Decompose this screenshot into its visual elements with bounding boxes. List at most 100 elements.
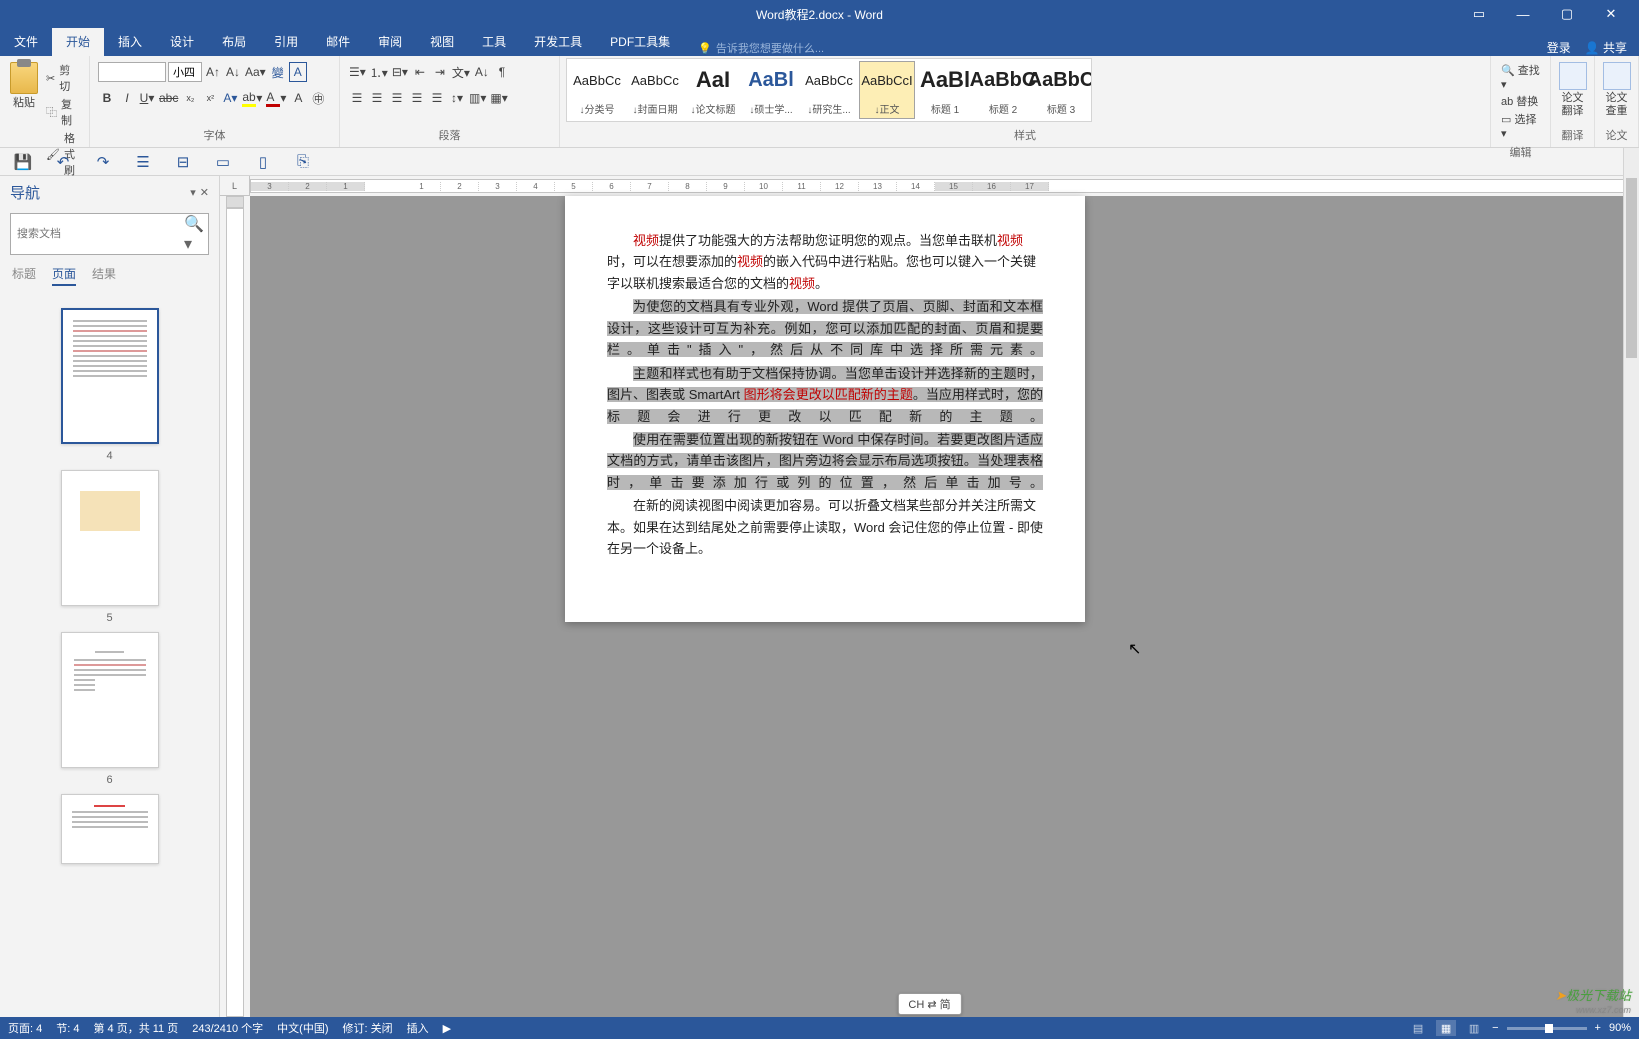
zoom-level[interactable]: 90% [1609,1022,1631,1034]
tab-mailings[interactable]: 邮件 [312,27,364,56]
tab-references[interactable]: 引用 [260,27,312,56]
paragraph-4[interactable]: 使用在需要位置出现的新按钮在 Word 中保存时间。若要更改图片适应文档的方式，… [607,429,1043,493]
text-effects-button[interactable]: A▾ [221,88,239,108]
status-insert-mode[interactable]: 插入 [407,1020,429,1036]
tab-pdf[interactable]: PDF工具集 [596,27,684,56]
subscript-button[interactable]: x₂ [181,88,199,108]
align-justify-button[interactable]: ☰ [408,88,426,108]
highlight-button[interactable]: ab▾ [241,88,263,108]
nav-tab-results[interactable]: 结果 [92,265,116,286]
qat-btn-8[interactable]: ⎘ [294,153,312,171]
font-color-button[interactable]: A▾ [265,88,287,108]
find-button[interactable]: 🔍 查找 ▾ [1501,62,1540,91]
italic-button[interactable]: I [118,88,136,108]
font-size-select[interactable] [168,62,202,82]
translate-icon[interactable] [1559,62,1587,90]
style-item[interactable]: AaBbC标题 2 [975,61,1031,119]
zoom-in-button[interactable]: + [1595,1022,1601,1034]
multilevel-button[interactable]: ⊟▾ [391,62,409,82]
status-section[interactable]: 节: 4 [56,1020,79,1036]
minimize-button[interactable]: ― [1503,0,1543,28]
indent-button[interactable]: ⇥ [431,62,449,82]
ime-toggle[interactable]: CH ⇄ 简 [897,993,961,1015]
select-button[interactable]: ▭ 选择 ▾ [1501,111,1540,140]
bullets-button[interactable]: ☰▾ [348,62,367,82]
tab-file[interactable]: 文件 [0,27,52,56]
shrink-font-button[interactable]: A↓ [224,62,242,82]
thumbnail-page-5[interactable] [61,470,159,606]
char-shading-button[interactable]: A [289,88,307,108]
align-left-button[interactable]: ☰ [348,88,366,108]
paragraph-1[interactable]: 视频提供了功能强大的方法帮助您证明您的观点。当您单击联机视频时，可以在想要添加的… [607,230,1043,294]
paragraph-2[interactable]: 为使您的文档具有专业外观，Word 提供了页眉、页脚、封面和文本框设计，这些设计… [607,296,1043,360]
shading-button[interactable]: ▥▾ [468,88,487,108]
show-marks-button[interactable]: ¶ [493,62,511,82]
style-item[interactable]: AaBbCcI↓正文 [859,61,915,119]
superscript-button[interactable]: x² [201,88,219,108]
document-page[interactable]: 视频提供了功能强大的方法帮助您证明您的观点。当您单击联机视频时，可以在想要添加的… [565,196,1085,622]
undo-button[interactable]: ↶ [54,153,72,171]
tab-tools[interactable]: 工具 [468,27,520,56]
asian-layout-button[interactable]: 文▾ [451,62,471,82]
close-button[interactable]: ✕ [1591,0,1631,28]
qat-btn-5[interactable]: ⊟ [174,153,192,171]
font-family-select[interactable] [98,62,166,82]
borders-button[interactable]: ▦▾ [489,88,508,108]
maximize-button[interactable]: ▢ [1547,0,1587,28]
style-item[interactable]: AaBbC标题 3 [1033,61,1089,119]
underline-button[interactable]: U▾ [138,88,156,108]
styles-gallery[interactable]: AaBbCc↓分类号AaBbCc↓封面日期AaI↓论文标题AaBl↓硕士学...… [566,58,1092,122]
qat-btn-4[interactable]: ☰ [134,153,152,171]
thumbnail-list[interactable]: 4 5 6 [0,292,219,1017]
align-distribute-button[interactable]: ☰ [428,88,446,108]
share-button[interactable]: 👤 共享 [1585,39,1627,56]
thumbnail-page-6[interactable] [61,632,159,768]
ribbon-display-button[interactable]: ▭ [1459,0,1499,28]
cut-button[interactable]: ✂剪切 [46,62,79,94]
outdent-button[interactable]: ⇤ [411,62,429,82]
thumbnail-page-4[interactable] [61,308,159,444]
change-case-button[interactable]: Aa▾ [244,62,267,82]
nav-close-button[interactable]: ✕ [200,186,209,199]
status-page[interactable]: 页面: 4 [8,1020,42,1036]
phonetic-guide-button[interactable]: 變 [269,62,287,82]
document-editor[interactable]: L 3211234567891011121314151617 视频提供了功能强大… [220,176,1639,1017]
qat-btn-6[interactable]: ▭ [214,153,232,171]
horizontal-ruler[interactable]: 3211234567891011121314151617 [250,176,1627,196]
char-border-button[interactable]: A [289,62,307,82]
nav-tab-headings[interactable]: 标题 [12,265,36,286]
align-center-button[interactable]: ☰ [368,88,386,108]
sort-button[interactable]: A↓ [473,62,491,82]
style-item[interactable]: AaBbCc↓研究生... [801,61,857,119]
tab-view[interactable]: 视图 [416,27,468,56]
save-button[interactable]: 💾 [14,153,32,171]
tab-insert[interactable]: 插入 [104,27,156,56]
tell-me-search[interactable]: 💡 告诉我您想要做什么... [698,40,824,56]
status-word-count[interactable]: 243/2410 个字 [192,1020,263,1036]
vertical-ruler[interactable] [220,196,250,1017]
paste-button[interactable]: 粘贴 [6,58,42,114]
replace-button[interactable]: ab 替换 [1501,93,1540,109]
web-layout-button[interactable]: ▥ [1464,1020,1484,1036]
numbering-button[interactable]: ⒈▾ [369,62,389,82]
nav-tab-pages[interactable]: 页面 [52,265,76,286]
paragraph-3[interactable]: 主题和样式也有助于文档保持协调。当您单击设计并选择新的主题时，图片、图表或 Sm… [607,363,1043,427]
style-item[interactable]: AaBl↓硕士学... [743,61,799,119]
style-item[interactable]: AaI↓论文标题 [685,61,741,119]
vertical-scrollbar[interactable] [1623,148,1639,1017]
read-mode-button[interactable]: ▤ [1408,1020,1428,1036]
status-track-changes[interactable]: 修订: 关闭 [343,1020,393,1036]
check-icon[interactable] [1603,62,1631,90]
grow-font-button[interactable]: A↑ [204,62,222,82]
style-item[interactable]: AaBbCc↓分类号 [569,61,625,119]
ruler-corner[interactable]: L [220,176,250,196]
tab-review[interactable]: 审阅 [364,27,416,56]
paragraph-5[interactable]: 在新的阅读视图中阅读更加容易。可以折叠文档某些部分并关注所需文本。如果在达到结尾… [607,495,1043,559]
login-button[interactable]: 登录 [1547,39,1571,56]
zoom-slider[interactable] [1507,1027,1587,1030]
qat-btn-7[interactable]: ▯ [254,153,272,171]
scrollbar-thumb[interactable] [1626,178,1637,358]
status-macro[interactable]: ▶ [443,1022,451,1035]
line-spacing-button[interactable]: ↕▾ [448,88,466,108]
style-item[interactable]: AaBl标题 1 [917,61,973,119]
